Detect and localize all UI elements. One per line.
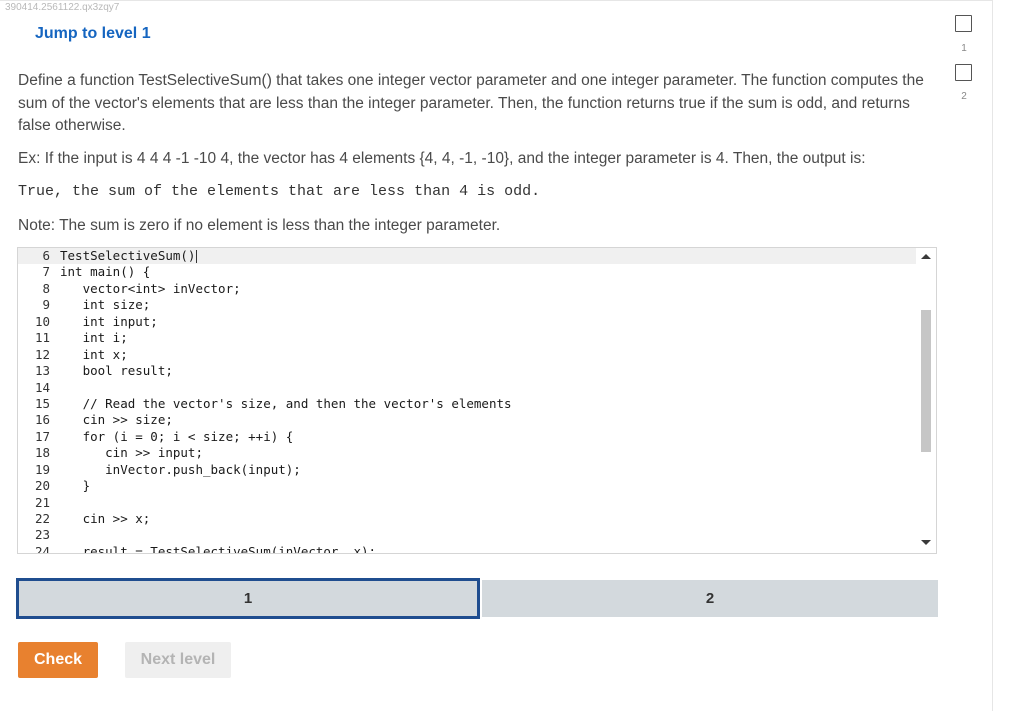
line-number: 12 bbox=[34, 346, 50, 362]
level-2-number: 2 bbox=[961, 91, 967, 102]
code-line[interactable]: 8 vector<int> inVector; bbox=[18, 281, 916, 297]
code-text[interactable]: int x; bbox=[60, 347, 128, 362]
prompt-paragraph: Define a function TestSelectiveSum() tha… bbox=[18, 72, 924, 134]
code-text[interactable]: cin >> x; bbox=[60, 511, 151, 526]
code-text[interactable]: TestSelectiveSum() bbox=[60, 248, 195, 263]
prompt-output: True, the sum of the elements that are l… bbox=[18, 183, 541, 200]
code-line[interactable]: 19 inVector.push_back(input); bbox=[18, 462, 916, 478]
code-text[interactable]: vector<int> inVector; bbox=[60, 281, 241, 296]
code-line[interactable]: 22 cin >> x; bbox=[18, 511, 916, 527]
next-level-button[interactable]: Next level bbox=[125, 642, 231, 678]
code-text[interactable]: cin >> input; bbox=[60, 445, 203, 460]
code-text[interactable]: int i; bbox=[60, 330, 128, 345]
prompt-note: Note: The sum is zero if no element is l… bbox=[18, 217, 501, 234]
level-tab-2[interactable]: 2 bbox=[482, 580, 938, 617]
code-line[interactable]: 24 result = TestSelectiveSum(inVector, x… bbox=[18, 543, 916, 554]
code-line[interactable]: 21 bbox=[18, 495, 916, 511]
code-text[interactable]: int input; bbox=[60, 314, 158, 329]
code-editor[interactable]: 6 TestSelectiveSum() 7 int main() { 8 vector… bbox=[17, 247, 937, 554]
code-text[interactable]: // Read the vector's size, and then the … bbox=[60, 396, 512, 411]
code-line[interactable]: 14 bbox=[18, 380, 916, 396]
line-number: 7 bbox=[42, 264, 50, 280]
line-number: 18 bbox=[34, 445, 50, 461]
code-line[interactable]: 7 int main() { bbox=[18, 264, 916, 280]
code-text[interactable]: inVector.push_back(input); bbox=[60, 462, 301, 477]
line-number: 21 bbox=[34, 494, 50, 510]
url-text: 390414.2561122.qx3zqy7 bbox=[5, 2, 120, 13]
line-number: 19 bbox=[34, 461, 50, 477]
code-text[interactable]: cin >> size; bbox=[60, 412, 173, 427]
level-tab-1[interactable]: 1 bbox=[16, 578, 480, 619]
code-line[interactable]: 9 int size; bbox=[18, 297, 916, 313]
code-line[interactable]: 6 TestSelectiveSum() bbox=[18, 248, 916, 265]
line-number: 17 bbox=[34, 428, 50, 444]
code-text[interactable]: bool result; bbox=[60, 363, 173, 378]
line-number: 9 bbox=[42, 297, 50, 313]
code-text[interactable]: result = TestSelectiveSum(inVector, x); bbox=[60, 544, 377, 553]
line-number: 8 bbox=[42, 280, 50, 296]
code-text[interactable]: int size; bbox=[60, 297, 151, 312]
prompt-example: Ex: If the input is 4 4 4 -1 -10 4, the … bbox=[18, 150, 866, 167]
line-number: 14 bbox=[34, 379, 50, 395]
check-button[interactable]: Check bbox=[18, 642, 98, 678]
code-text[interactable]: } bbox=[60, 478, 91, 493]
code-text[interactable]: int main() { bbox=[60, 264, 150, 279]
code-line[interactable]: 20 } bbox=[18, 478, 916, 494]
scrollbar-thumb[interactable] bbox=[921, 310, 931, 452]
line-number: 13 bbox=[34, 363, 50, 379]
code-line[interactable]: 23 bbox=[18, 527, 916, 543]
line-number: 15 bbox=[34, 395, 50, 411]
line-number: 22 bbox=[34, 511, 50, 526]
jump-to-level-link[interactable]: Jump to level 1 bbox=[35, 25, 151, 43]
line-number: 24 bbox=[34, 543, 50, 554]
scroll-down-arrow-icon[interactable] bbox=[921, 540, 931, 545]
scroll-up-arrow-icon[interactable] bbox=[921, 254, 931, 259]
code-line[interactable]: 16 cin >> size; bbox=[18, 412, 916, 428]
line-number: 11 bbox=[34, 330, 50, 346]
line-number: 10 bbox=[34, 313, 50, 329]
level-1-number: 1 bbox=[961, 43, 967, 54]
code-line[interactable]: 11 int i; bbox=[18, 330, 916, 346]
code-lines[interactable]: 6 TestSelectiveSum() 7 int main() { 8 vector… bbox=[18, 248, 916, 554]
code-line[interactable]: 10 int input; bbox=[18, 314, 916, 330]
level-1-checkbox-icon[interactable] bbox=[955, 15, 972, 32]
text-cursor bbox=[196, 250, 198, 263]
line-number: 16 bbox=[34, 412, 50, 428]
code-line[interactable]: 17 for (i = 0; i < size; ++i) { bbox=[18, 429, 916, 445]
level-2-checkbox-icon[interactable] bbox=[955, 64, 972, 81]
code-text[interactable]: for (i = 0; i < size; ++i) { bbox=[60, 429, 294, 444]
line-number: 20 bbox=[34, 478, 50, 494]
code-line[interactable]: 15 // Read the vector's size, and then t… bbox=[18, 396, 916, 412]
code-line[interactable]: 13 bool result; bbox=[18, 363, 916, 379]
code-line[interactable]: 18 cin >> input; bbox=[18, 445, 916, 461]
line-number: 6 bbox=[42, 248, 50, 263]
code-line[interactable]: 12 int x; bbox=[18, 347, 916, 363]
line-number: 23 bbox=[34, 527, 50, 543]
editor-scrollbar[interactable] bbox=[916, 248, 936, 553]
